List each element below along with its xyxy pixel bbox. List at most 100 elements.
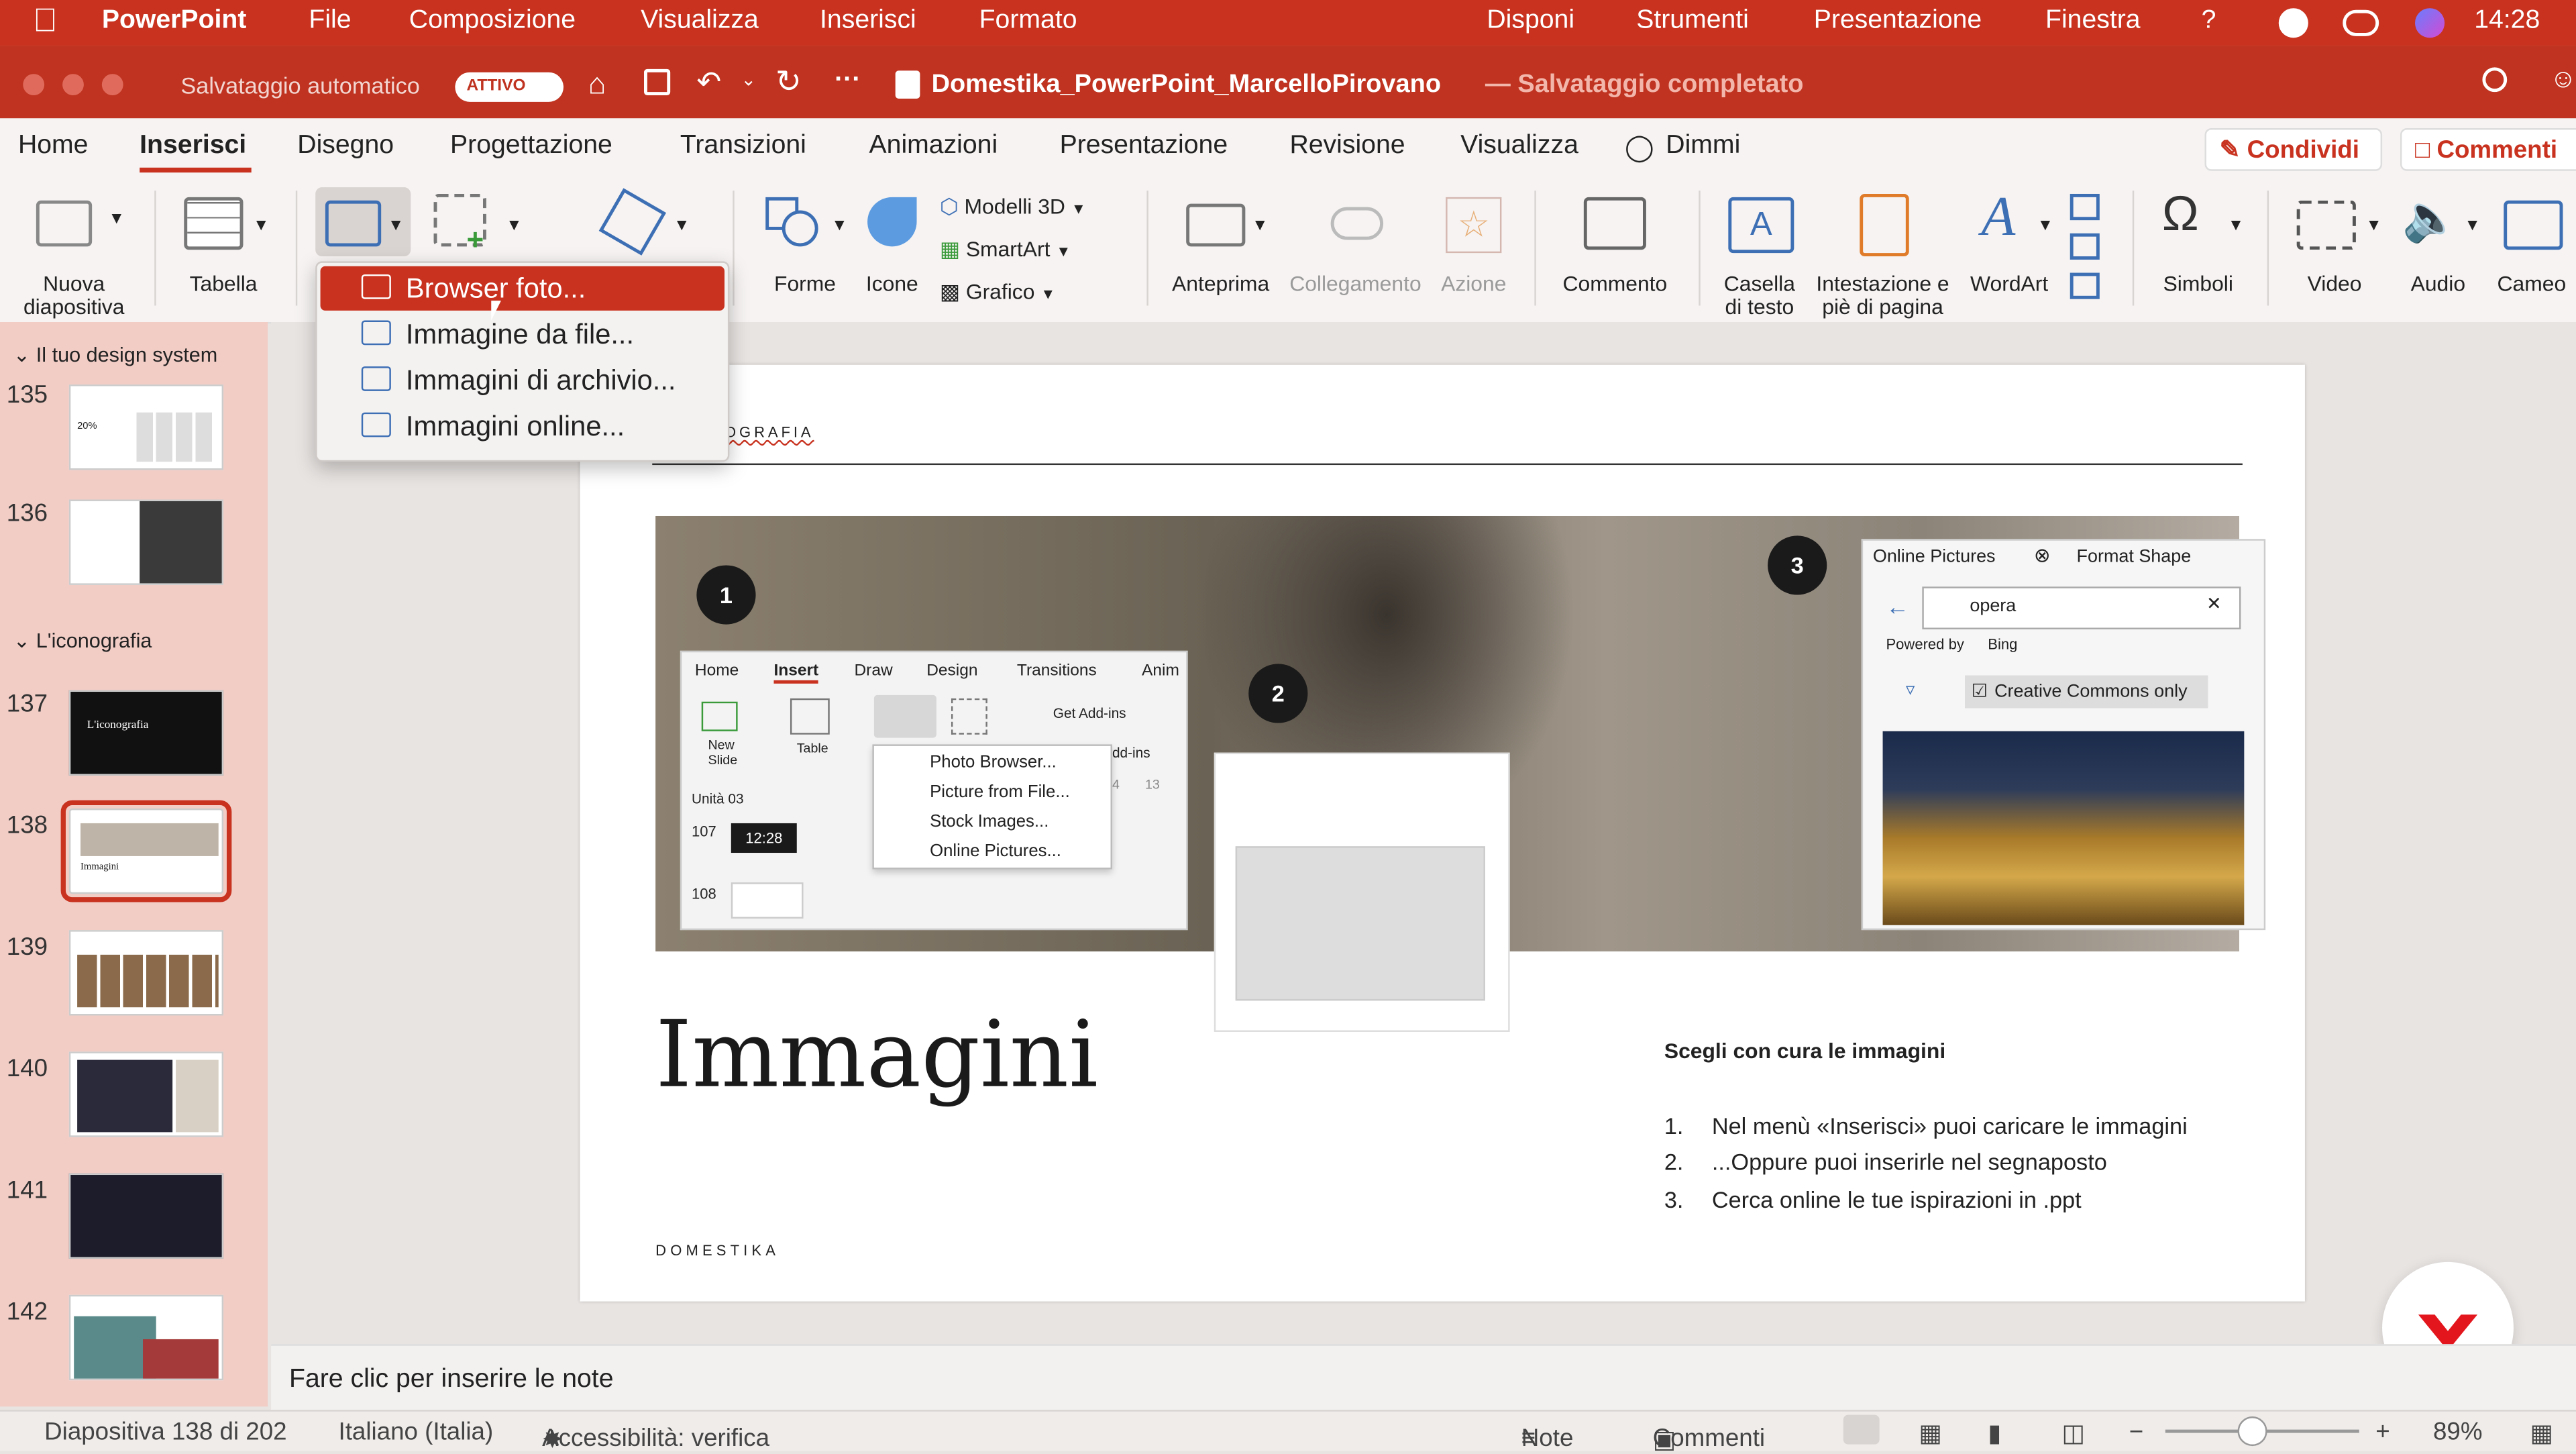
models3d-button[interactable]: ⬡ Modelli 3D ▼ [940, 194, 1086, 220]
menu-help[interactable]: ? [2202, 7, 2216, 36]
preview-button[interactable]: ▼ Anteprima [1163, 187, 1278, 319]
textbox-button[interactable]: A Casella di testo [1715, 187, 1804, 319]
chevron-down-icon[interactable]: ▼ [2464, 217, 2480, 235]
control-center-icon[interactable] [2343, 9, 2379, 36]
menu-item-picture-from-file[interactable]: Immagine da file... [321, 312, 724, 356]
chevron-down-icon[interactable]: ▼ [2037, 217, 2053, 235]
menu-item-online-pictures[interactable]: Immagini online... [321, 404, 724, 448]
icons-button[interactable]: Icone [861, 187, 923, 319]
smartart-button[interactable]: ▦ SmartArt ▼ [940, 237, 1071, 263]
slide-thumbnail-137[interactable]: L'iconografia [68, 690, 224, 776]
tab-revisione[interactable]: Revisione [1289, 132, 1405, 161]
menu-visualizza[interactable]: Visualizza [641, 7, 759, 36]
slide-thumbnail-140[interactable] [68, 1051, 224, 1137]
redo-icon[interactable]: ↻ [775, 64, 802, 102]
tab-animazioni[interactable]: Animazioni [869, 132, 998, 161]
menu-presentazione[interactable]: Presentazione [1814, 7, 1982, 36]
menu-strumenti[interactable]: Strumenti [1636, 7, 1749, 36]
slide-138[interactable]: OGRAFIA 1 2 3 Home Insert Draw Design Tr… [580, 364, 2305, 1302]
notes-placeholder[interactable]: Fare clic per inserire le note [289, 1365, 613, 1395]
slide-thumbnail-135[interactable]: 20% [68, 384, 224, 470]
zoom-in-icon[interactable]: + [2375, 1418, 2390, 1446]
slide-thumbnail-139[interactable] [68, 930, 224, 1016]
action-button[interactable]: ☆ Azione [1433, 187, 1515, 319]
link-button[interactable]: Collegamento [1285, 187, 1426, 319]
wordart-button[interactable]: A ▼ WordArt [1965, 187, 2053, 319]
undo-dropdown-icon[interactable]: ⌄ [741, 69, 756, 90]
slide-thumbnail-136[interactable] [68, 499, 224, 585]
object-icon[interactable] [2070, 272, 2100, 299]
tab-transizioni[interactable]: Transizioni [680, 132, 806, 161]
tab-progettazione[interactable]: Progettazione [450, 132, 612, 161]
symbols-button[interactable]: Ω ▼ Simboli [2149, 187, 2247, 319]
list-item[interactable]: ...Oppure puoi inserirle nel segnaposto [1712, 1149, 2107, 1175]
slide-thumbnail-138-selected[interactable]: Immagini [60, 800, 232, 902]
chevron-down-icon[interactable]: ▼ [2228, 217, 2244, 235]
list-item[interactable]: Nel menù «Inserisci» puoi caricare le im… [1712, 1112, 2188, 1139]
comments-button[interactable]: □ Commenti [2400, 128, 2576, 171]
tell-me-search[interactable]: Dimmi [1666, 132, 1740, 161]
zoom-level[interactable]: 89% [2433, 1418, 2483, 1446]
apple-icon[interactable]:  [33, 3, 58, 41]
pictures-button[interactable]: ▼ [315, 187, 411, 257]
slide-thumbnail-141[interactable] [68, 1173, 224, 1259]
reading-view-icon[interactable]: ▮ [1988, 1418, 2001, 1448]
section-iconografia[interactable]: ⌄ L'iconografia [13, 628, 152, 652]
home-icon[interactable]: ⌂ [588, 67, 606, 101]
siri-icon[interactable] [2415, 8, 2445, 38]
tab-home[interactable]: Home [18, 132, 89, 161]
chart-button[interactable]: ▩ Grafico ▼ [940, 279, 1055, 305]
chevron-down-icon[interactable]: ▼ [388, 217, 404, 235]
more-icon[interactable]: ··· [835, 66, 861, 95]
menu-item-photo-browser[interactable]: Browser foto... [320, 266, 725, 311]
fit-to-window-icon[interactable]: ▦ [2530, 1418, 2553, 1448]
slide-thumbnail-142[interactable] [68, 1294, 224, 1381]
slide-thumbnail-panel[interactable]: ⌄ Il tuo design system 135 20% 136 ⌄ L'i… [0, 322, 268, 1407]
undo-icon[interactable]: ↶ [696, 66, 721, 100]
tab-inserisci[interactable]: Inserisci [140, 132, 246, 161]
menu-inserisci[interactable]: Inserisci [820, 7, 916, 36]
shape-hexagon-icon[interactable] [598, 188, 667, 256]
section-design-system[interactable]: ⌄ Il tuo design system [13, 342, 218, 366]
slide-number-icon[interactable] [2070, 233, 2100, 260]
tab-visualizza[interactable]: Visualizza [1460, 132, 1578, 161]
video-button[interactable]: ▼ Video [2284, 187, 2385, 319]
date-time-icon[interactable] [2070, 193, 2100, 221]
header-footer-button[interactable]: Intestazione e piè di pagina [1807, 187, 1958, 319]
chevron-down-icon[interactable]: ▼ [831, 217, 847, 235]
audio-button[interactable]: 🔈 ▼ Audio [2392, 187, 2484, 319]
chevron-down-icon[interactable]: ▼ [109, 210, 125, 228]
chevron-down-icon[interactable]: ▼ [253, 217, 269, 235]
menu-item-stock-images[interactable]: Immagini di archivio... [321, 358, 724, 403]
menu-file[interactable]: File [309, 7, 351, 36]
tab-presentazione[interactable]: Presentazione [1060, 132, 1228, 161]
autosave-toggle[interactable]: ATTIVO [455, 72, 564, 102]
shapes-button[interactable]: ▼ Forme [753, 187, 858, 319]
zoom-window-button[interactable] [101, 74, 123, 96]
menu-composizione[interactable]: Composizione [409, 7, 576, 36]
language-indicator[interactable]: Italiano (Italia) [338, 1418, 493, 1446]
close-window-button[interactable] [23, 74, 45, 96]
comment-button[interactable]: Commento [1551, 187, 1679, 319]
zoom-out-icon[interactable]: − [2129, 1418, 2143, 1446]
normal-view-icon[interactable] [1843, 1414, 1880, 1445]
slide-sorter-icon[interactable]: ▦ [1919, 1418, 1942, 1448]
slide-title[interactable]: Immagini [655, 1002, 1098, 1109]
search-icon[interactable] [2482, 67, 2508, 93]
chevron-down-icon[interactable]: ▼ [506, 217, 522, 235]
save-status[interactable]: — Salvataggio completato [1485, 70, 1804, 100]
tab-disegno[interactable]: Disegno [297, 132, 394, 161]
chevron-down-icon[interactable]: ▼ [1252, 217, 1268, 235]
app-menu[interactable]: PowerPoint [102, 7, 247, 36]
list-item[interactable]: Cerca online le tue ispirazioni in .ppt [1712, 1186, 2082, 1212]
minimize-window-button[interactable] [62, 74, 84, 96]
save-icon[interactable] [644, 68, 671, 96]
notes-pane[interactable]: Fare clic per inserire le note [271, 1344, 2576, 1412]
share-button[interactable]: ✎ Condividi [2204, 128, 2383, 171]
menu-disponi[interactable]: Disponi [1487, 7, 1574, 36]
new-slide-button[interactable]: ▼ Nuova diapositiva [13, 187, 135, 319]
account-icon[interactable]: ☺ [2550, 66, 2576, 95]
menu-formato[interactable]: Formato [979, 7, 1077, 36]
menu-finestra[interactable]: Finestra [2045, 7, 2141, 36]
chevron-down-icon[interactable]: ▼ [674, 217, 690, 235]
